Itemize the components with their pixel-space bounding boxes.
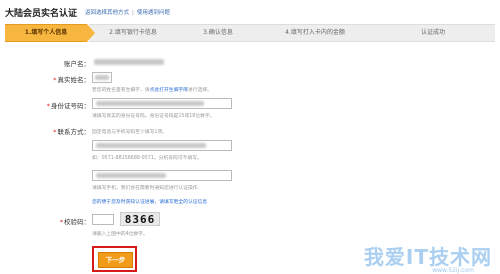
next-button-highlight: 下一步 bbox=[92, 246, 137, 272]
progress-steps: 1.填写个人信息 2.填写银行卡信息 3.确认信息 4.填写打入卡内的金额 认证… bbox=[5, 24, 495, 42]
mobile-hint: 请填写手机，我们会在需要时通知您进行认证操作 bbox=[92, 186, 198, 191]
page-title: 大陆会员实名认证 bbox=[5, 8, 78, 19]
other-method-link[interactable]: 返回选择其他方式 bbox=[85, 10, 129, 16]
captcha-label: *校验码： bbox=[59, 218, 90, 226]
contact-hint: 固定电话与手机号码至少填写1项。 bbox=[92, 130, 168, 135]
phone-input[interactable] bbox=[92, 140, 232, 151]
realname-label: *真实姓名： bbox=[53, 76, 90, 84]
rare-char-link[interactable]: 点此打开生僻字库 bbox=[150, 88, 188, 93]
contact-label: *联系方式： bbox=[53, 128, 90, 136]
phone-hint: 如：0571-88156688-0571，分机号码可不填写。 bbox=[92, 156, 202, 161]
realname-input[interactable] bbox=[92, 72, 112, 83]
next-button[interactable]: 下一步 bbox=[98, 252, 133, 268]
mobile-input[interactable] bbox=[92, 170, 232, 181]
account-value bbox=[94, 59, 164, 65]
step-3: 3.确认信息 bbox=[177, 24, 259, 42]
captcha-hint: 请输入上图中的4位数字。 bbox=[92, 232, 148, 237]
id-hint: 请填写真实的身份证号码，身份证号码是15或18位数字。 bbox=[92, 114, 215, 119]
header: 大陆会员实名认证 返回选择其他方式 | 使用遇到问题 bbox=[5, 4, 170, 20]
captcha-input[interactable] bbox=[92, 214, 114, 225]
header-links: 返回选择其他方式 | 使用遇到问题 bbox=[85, 8, 170, 16]
step-1: 1.填写个人信息 bbox=[5, 24, 95, 42]
watermark: 我爱IT技术网 bbox=[363, 245, 492, 269]
realname-hint: 若您的姓名里有生僻字，请点此打开生僻字库进行选择。 bbox=[92, 88, 212, 93]
step-5: 认证成功 bbox=[371, 24, 495, 42]
step-4: 4.填写打入卡内的金额 bbox=[259, 24, 371, 42]
captcha-image[interactable]: 8366 bbox=[120, 212, 160, 226]
mobile-link[interactable]: 您的便于您及时获知认证进展，请填写更全的认证信息 bbox=[92, 198, 207, 205]
account-label: 账户名： bbox=[64, 60, 90, 68]
help-link[interactable]: 使用遇到问题 bbox=[137, 10, 170, 16]
id-label: *身份证号码： bbox=[46, 102, 90, 110]
id-number-input[interactable] bbox=[92, 98, 232, 109]
watermark-url: www.52ij.com bbox=[432, 267, 474, 274]
step-2: 2.填写银行卡信息 bbox=[89, 24, 177, 42]
link-separator: | bbox=[132, 10, 134, 16]
